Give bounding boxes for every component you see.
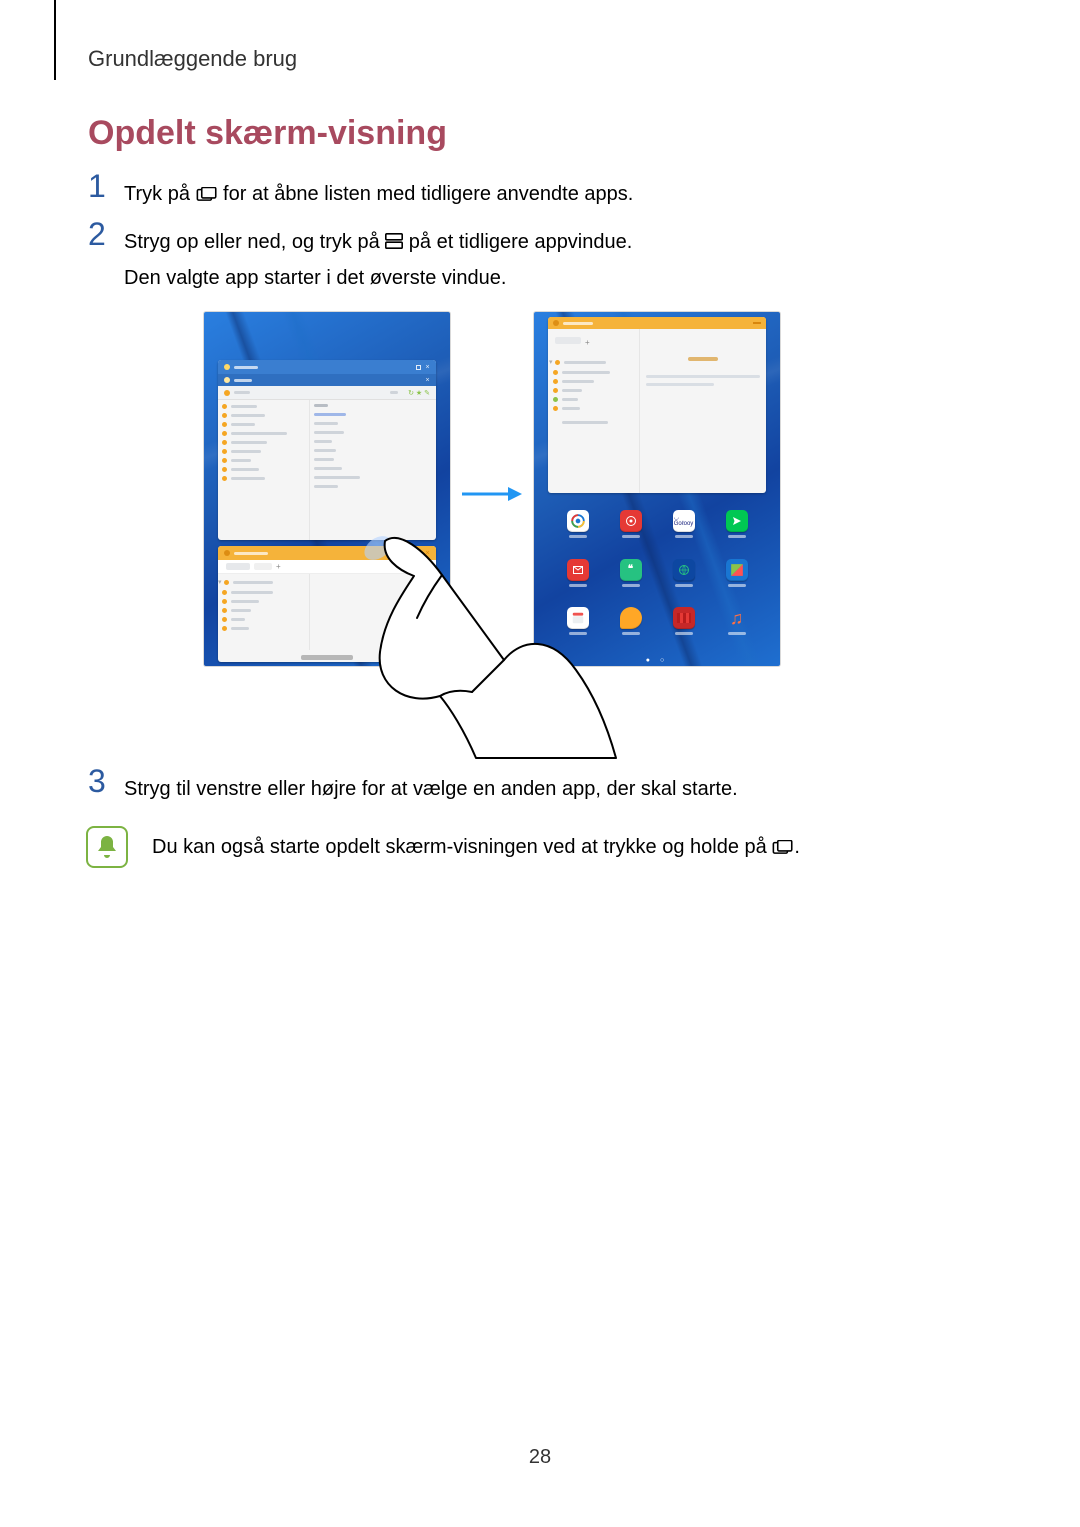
hand-illustration [354, 520, 654, 760]
split-top-app: + ▾ [548, 317, 766, 493]
app-icon [717, 510, 756, 553]
bell-icon [86, 826, 128, 868]
page-title: Opdelt skærm-visning [88, 114, 447, 153]
step-1-text-b: for at åbne listen med tidligere anvendt… [218, 183, 634, 205]
step-2-text-a: Stryg op eller ned, og tryk på [124, 231, 385, 253]
step-1-text-a: Tryk på [124, 183, 196, 205]
note-text-a: Du kan også starte opdelt skærm-visninge… [152, 836, 772, 858]
app-icon [664, 559, 703, 602]
app-icon: ♫ [717, 607, 756, 650]
app-icon [717, 559, 756, 602]
step-1: 1 Tryk på for at åbne listen med tidlige… [88, 170, 633, 212]
step-2: 2 Stryg op eller ned, og tryk på på et t… [88, 218, 632, 296]
illustration: × × ↻ ★ ✎ [204, 312, 844, 742]
note-text-b: . [794, 836, 800, 858]
page-number: 28 [0, 1446, 1080, 1469]
app-icon: ◡Goℓooy [664, 510, 703, 553]
arrow-icon [460, 484, 522, 504]
step-number: 1 [88, 170, 108, 202]
step-number: 3 [88, 765, 108, 797]
tip-note: Du kan også starte opdelt skærm-visninge… [86, 826, 800, 868]
step-3-text: Stryg til venstre eller højre for at væl… [124, 778, 738, 800]
recents-icon [772, 836, 794, 858]
split-screen-icon [385, 231, 403, 253]
section-header: Grundlæggende brug [88, 46, 297, 72]
step-number: 2 [88, 218, 108, 250]
step-2-text-b: på et tidligere appvindue. [403, 231, 632, 253]
recents-icon [196, 183, 218, 205]
app-icon [664, 607, 703, 650]
step-2-text-c: Den valgte app starter i det øverste vin… [124, 267, 506, 289]
step-3: 3 Stryg til venstre eller højre for at v… [88, 765, 738, 807]
recent-app-panel-top: × × ↻ ★ ✎ [218, 360, 436, 540]
